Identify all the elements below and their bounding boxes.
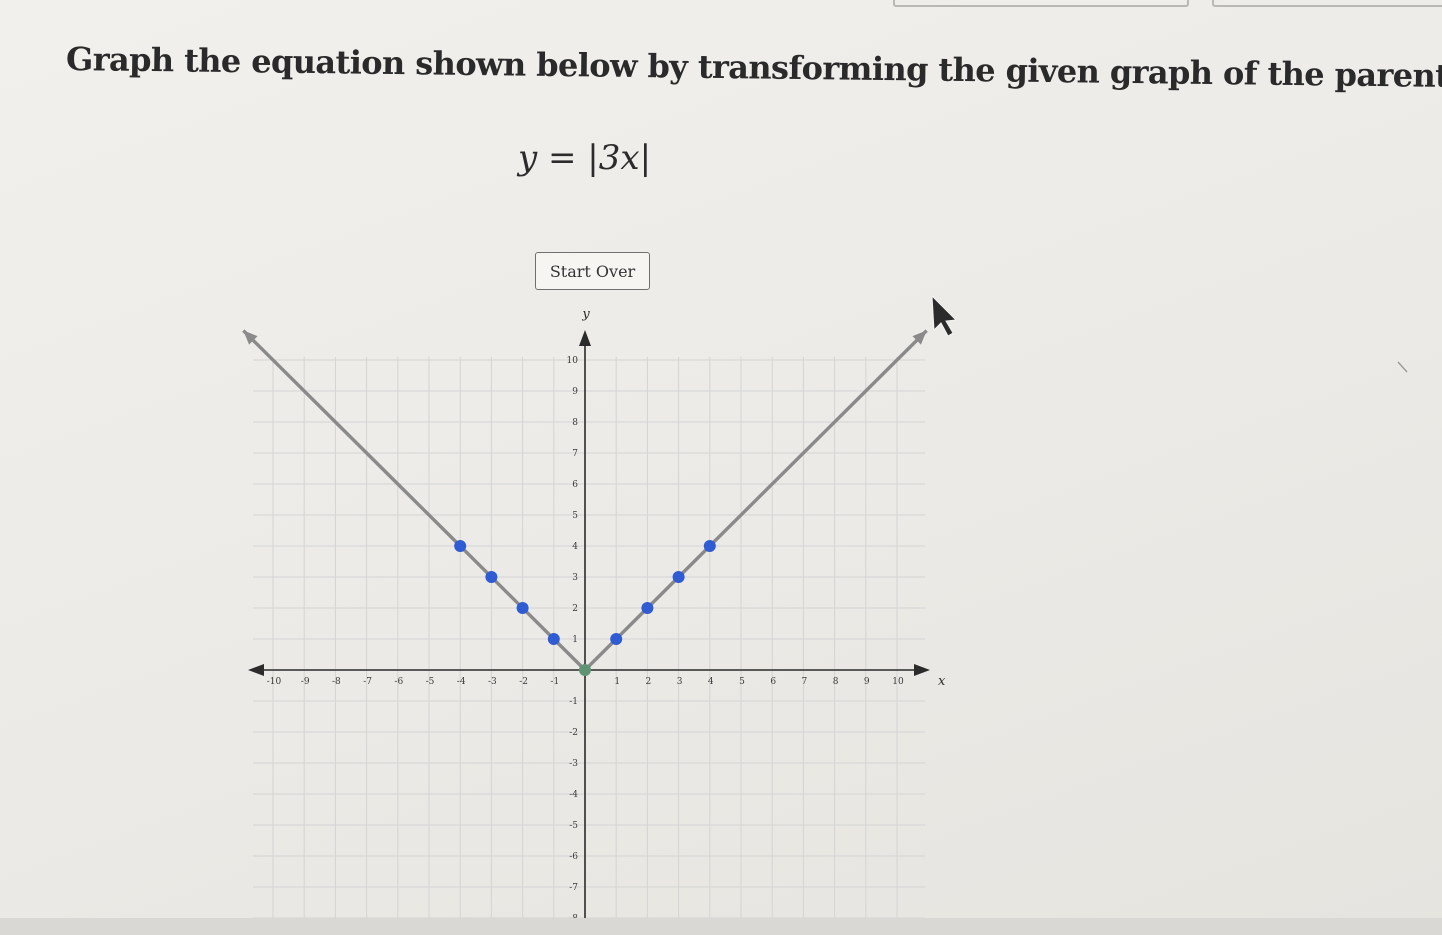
x-axis-label: x [938, 674, 946, 689]
y-tick-label: -7 [569, 883, 578, 893]
x-tick-label: 9 [864, 677, 870, 687]
cursor-mark-icon [1397, 361, 1408, 373]
graph-canvas[interactable]: xy -10-9-8-7-6-5-4-3-2-112345678910-8-7-… [0, 0, 1442, 935]
graph-point[interactable] [641, 602, 654, 614]
x-tick-label: 2 [646, 677, 652, 687]
y-tick-label: 10 [567, 356, 579, 366]
x-tick-label: -3 [488, 677, 497, 687]
y-axis-up-arrow-icon [579, 330, 591, 346]
y-tick-label: 1 [572, 635, 578, 645]
x-tick-label: -9 [301, 677, 310, 687]
x-tick-label: -2 [519, 677, 528, 687]
graph-point[interactable] [547, 633, 560, 645]
x-tick-label: 5 [739, 677, 745, 687]
x-tick-label: -10 [267, 677, 282, 687]
x-tick-label: 8 [833, 677, 839, 687]
y-tick-label: 2 [572, 604, 578, 614]
y-tick-label: 9 [572, 387, 578, 397]
graph-point[interactable] [516, 602, 529, 614]
y-tick-label: -1 [569, 697, 578, 707]
x-tick-label: -5 [426, 677, 435, 687]
x-tick-label: 1 [614, 677, 620, 687]
screen: Graph the equation shown below by transf… [0, 0, 1442, 935]
x-tick-label: 6 [770, 677, 776, 687]
y-tick-label: -5 [569, 821, 578, 831]
y-tick-label: 4 [572, 542, 578, 552]
x-tick-label: 3 [677, 677, 683, 687]
x-axis-right-arrow-icon [914, 664, 930, 676]
x-tick-label: -6 [394, 677, 403, 687]
x-tick-label: 7 [802, 677, 808, 687]
axes: xy [248, 294, 958, 935]
y-tick-label: 7 [572, 449, 578, 459]
graph-point[interactable] [703, 540, 716, 552]
y-axis-label: y [581, 307, 590, 322]
x-axis-left-arrow-icon [248, 664, 264, 676]
y-tick-label: -6 [569, 852, 578, 862]
y-tick-label: -4 [569, 790, 578, 800]
x-tick-label: 4 [708, 677, 714, 687]
x-tick-label: -8 [332, 677, 341, 687]
bottom-bar [0, 918, 1442, 935]
graph-point[interactable] [454, 540, 467, 552]
x-tick-label: -7 [363, 677, 372, 687]
grid [253, 356, 926, 934]
x-tick-label: -1 [550, 677, 559, 687]
y-tick-label: -3 [569, 759, 578, 769]
y-tick-label: 6 [572, 480, 578, 490]
y-tick-label: 8 [572, 418, 578, 428]
x-tick-label: -4 [457, 677, 466, 687]
graph-point[interactable] [610, 633, 623, 645]
graph-point[interactable] [672, 571, 685, 583]
vertex-point[interactable] [579, 664, 591, 676]
mouse-pointer-icon [931, 294, 958, 337]
y-tick-label: 3 [572, 573, 578, 583]
y-tick-label: 5 [572, 511, 578, 521]
y-tick-label: -2 [569, 728, 578, 738]
x-tick-label: 10 [892, 677, 904, 687]
graph-point[interactable] [485, 571, 498, 583]
